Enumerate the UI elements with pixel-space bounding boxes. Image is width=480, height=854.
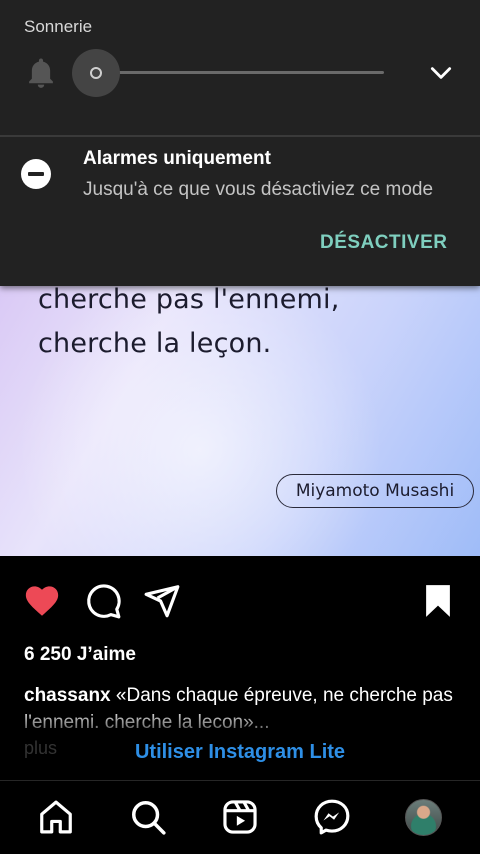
ringer-title: Sonnerie [24, 17, 93, 36]
ringer-volume-thumb[interactable] [72, 49, 120, 97]
heart-icon[interactable] [23, 582, 61, 620]
likes-count[interactable]: 6 250 J’aime [24, 644, 136, 666]
volume-panel: Sonnerie Alarmes uniquement Jusqu'à ce q… [0, 0, 480, 286]
post-image[interactable]: cherche pas l'ennemi, cherche la leçon. … [0, 270, 480, 556]
slider-ring [90, 67, 102, 79]
messenger-icon[interactable] [313, 798, 351, 836]
caption-username[interactable]: chassanx [24, 685, 111, 706]
profile-avatar[interactable] [405, 799, 442, 836]
comment-icon[interactable] [84, 582, 122, 620]
search-icon[interactable] [129, 798, 167, 836]
instagram-lite-banner[interactable]: Utiliser Instagram Lite [0, 741, 480, 764]
home-icon[interactable] [37, 798, 75, 836]
ringer-volume-track[interactable] [106, 71, 384, 74]
bookmark-icon[interactable] [419, 582, 457, 620]
author-label: Miyamoto Musashi [276, 474, 474, 508]
dnd-title: Alarmes uniquement [83, 148, 271, 169]
reels-icon[interactable] [221, 798, 259, 836]
dnd-subtitle: Jusqu'à ce que vous désactiviez ce mode [83, 179, 434, 200]
deactivate-button[interactable]: DÉSACTIVER [320, 232, 447, 254]
quote-line-2: cherche la leçon. [38, 328, 272, 359]
bell-icon[interactable] [27, 57, 55, 89]
panel-divider [0, 135, 480, 137]
chevron-down-icon[interactable] [428, 60, 454, 86]
bottom-nav [0, 780, 480, 854]
do-not-disturb-icon [21, 159, 51, 189]
quote-line-1: cherche pas l'ennemi, [38, 284, 340, 315]
share-icon[interactable] [143, 582, 181, 620]
